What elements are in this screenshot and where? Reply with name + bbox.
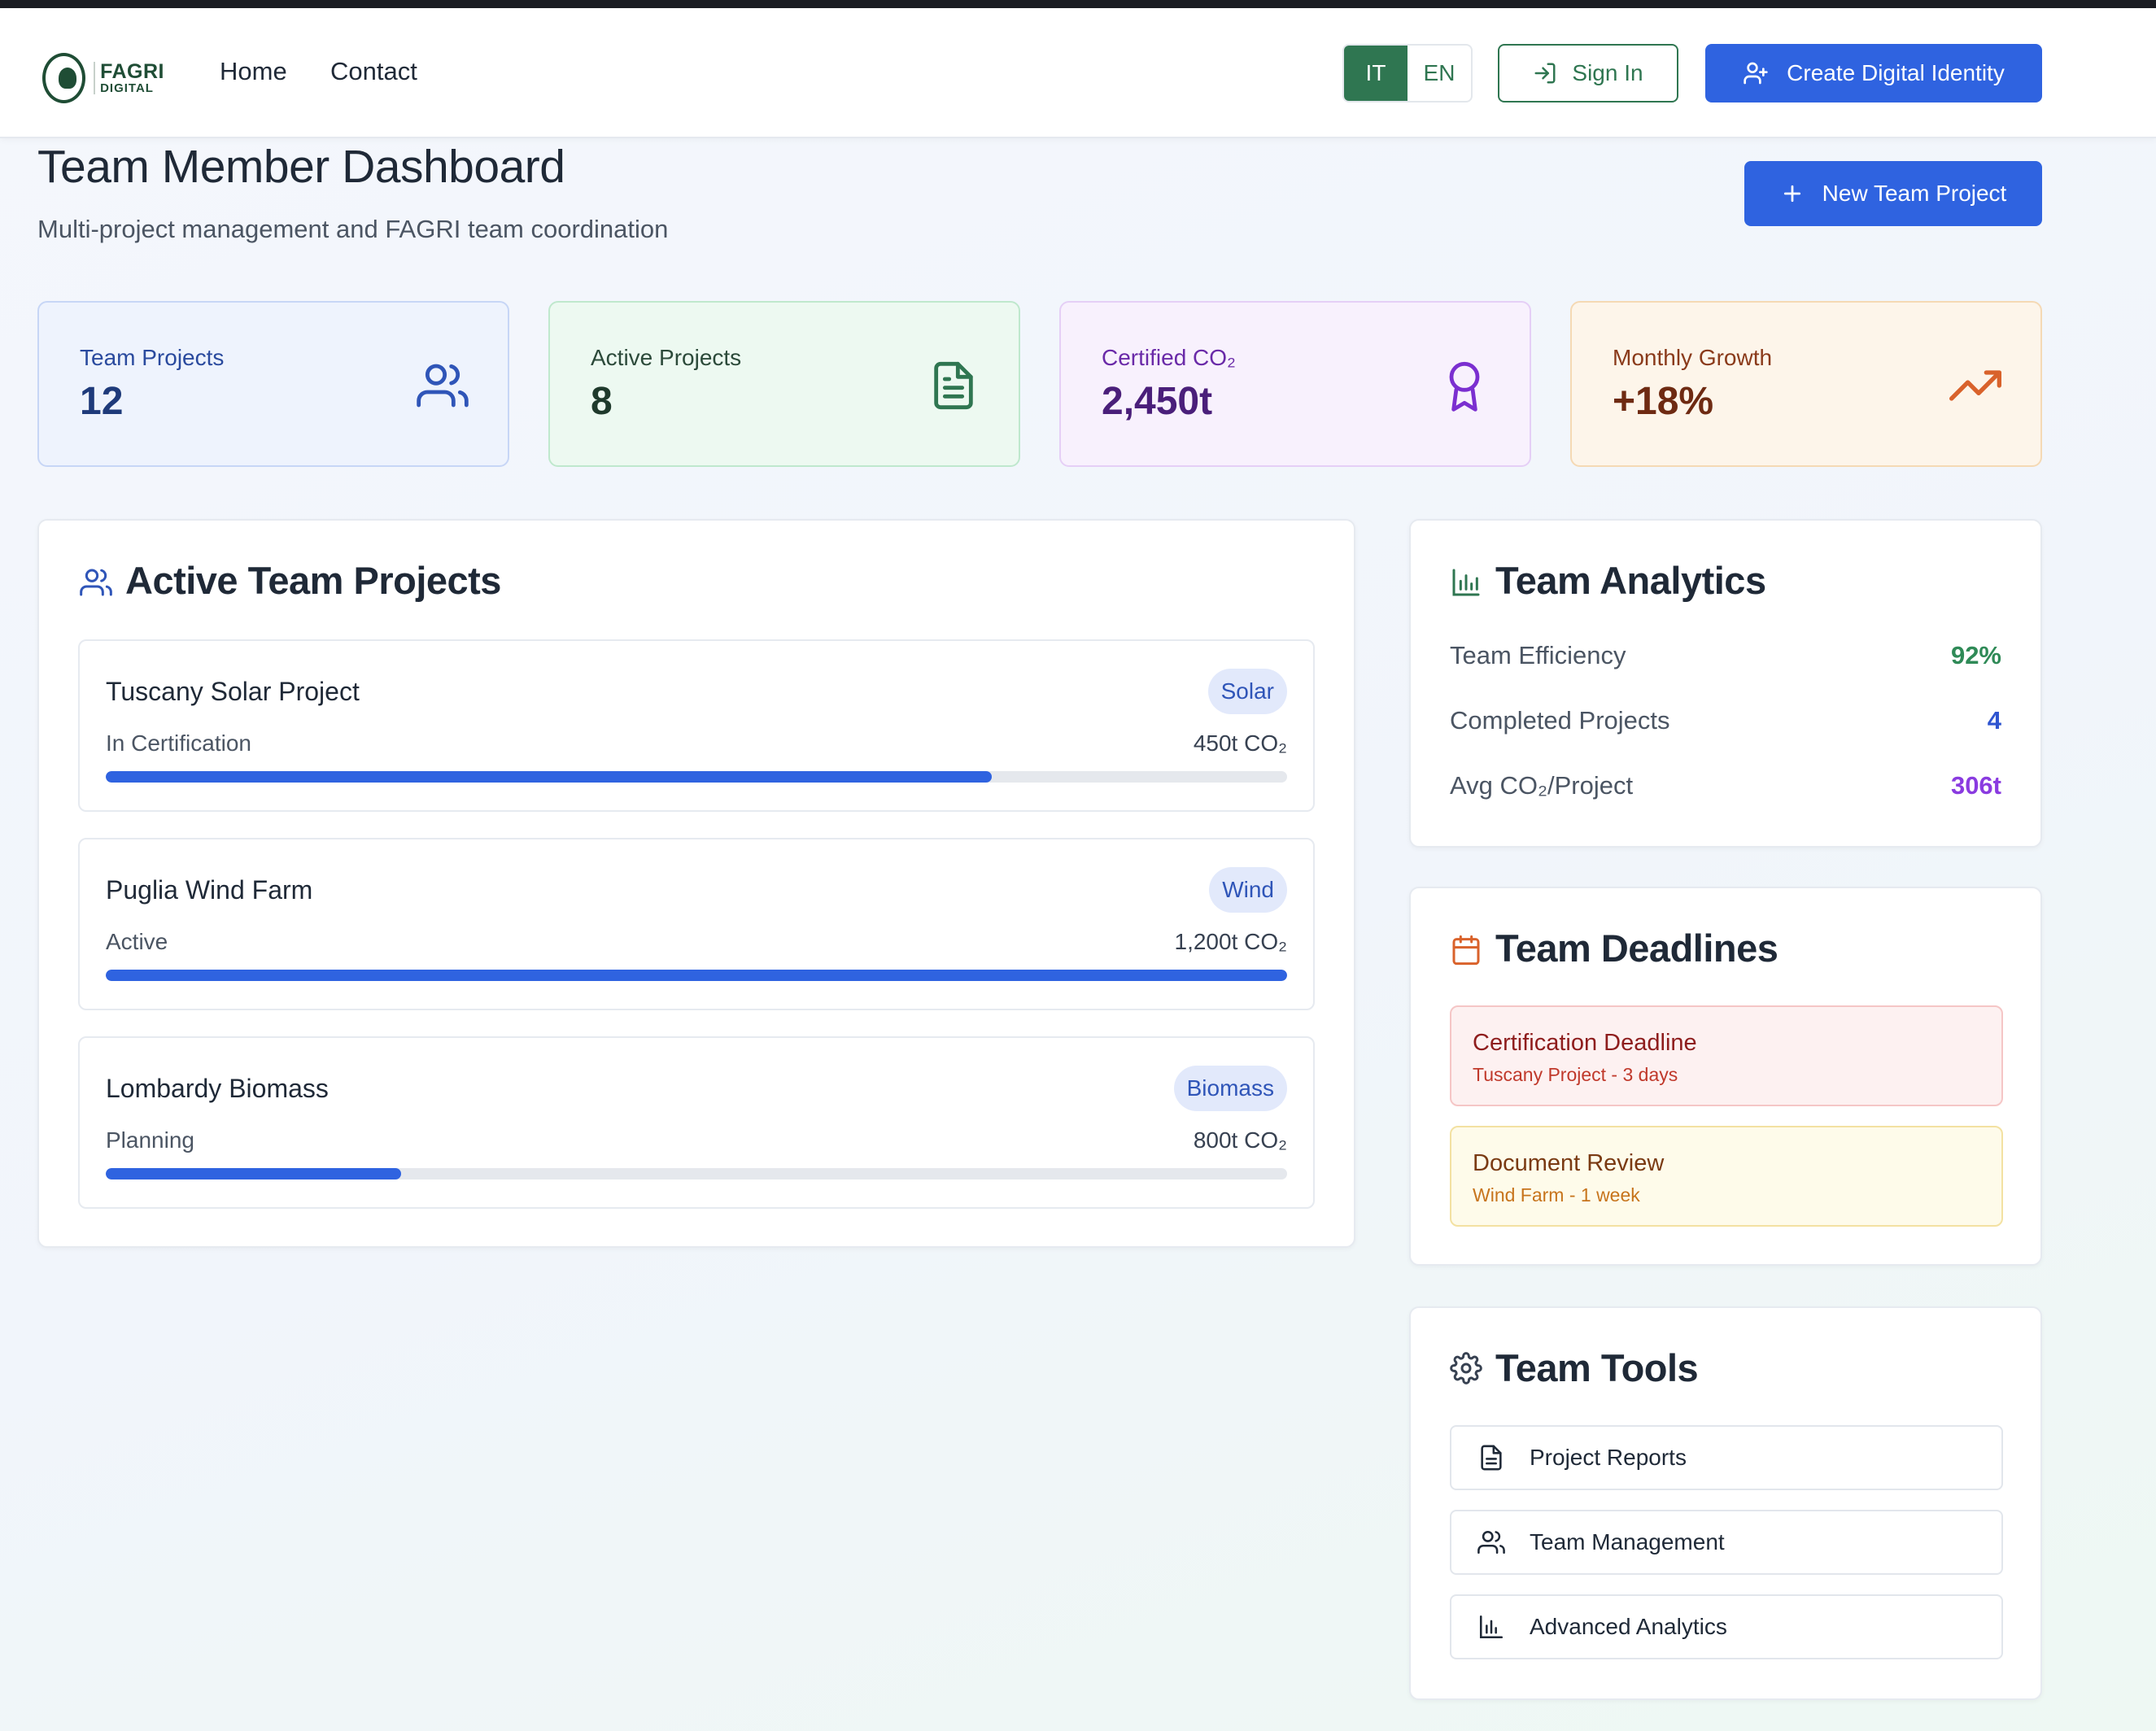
project-status: In Certification xyxy=(106,730,251,756)
project-progress-bar xyxy=(106,1168,1287,1179)
tool-project-reports-button[interactable]: Project Reports xyxy=(1450,1425,2003,1490)
tool-label: Project Reports xyxy=(1530,1445,1687,1470)
analytics-label: Team Efficiency xyxy=(1450,641,1626,669)
team-tools-title: Team Tools xyxy=(1495,1346,1699,1389)
stat-label: Certified CO₂ xyxy=(1102,345,1236,370)
tool-team-management-button[interactable]: Team Management xyxy=(1450,1510,2003,1575)
browser-top-strip xyxy=(0,0,2156,8)
nav-contact-link[interactable]: Contact xyxy=(330,57,417,86)
project-co2: 450t CO₂ xyxy=(1193,730,1287,756)
project-name: Tuscany Solar Project xyxy=(106,677,360,706)
site-header: FAGRI DIGITAL Home Contact IT EN Sign In… xyxy=(0,8,2156,138)
deadline-subtitle: Wind Farm - 1 week xyxy=(1473,1184,1640,1206)
project-status: Active xyxy=(106,929,168,954)
gear-icon xyxy=(1450,1352,1482,1384)
deadline-title: Certification Deadline xyxy=(1473,1030,1697,1056)
analytics-value: 306t xyxy=(1950,771,2001,800)
tool-advanced-analytics-button[interactable]: Advanced Analytics xyxy=(1450,1594,2003,1659)
stat-label: Team Projects xyxy=(80,345,225,370)
deadline-subtitle: Tuscany Project - 3 days xyxy=(1473,1064,1678,1085)
tool-label: Team Management xyxy=(1530,1529,1725,1554)
fagri-logo[interactable]: FAGRI DIGITAL xyxy=(42,47,164,109)
stat-label: Monthly Growth xyxy=(1613,345,1773,370)
team-deadlines-card: Team Deadlines Certification Deadline Tu… xyxy=(1409,887,2042,1266)
team-tools-card: Team Tools Project Reports Team Manageme… xyxy=(1409,1306,2042,1700)
project-progress-bar xyxy=(106,970,1287,981)
project-type-badge: Wind xyxy=(1209,867,1287,913)
nav-home-link[interactable]: Home xyxy=(220,57,287,86)
deadline-title: Document Review xyxy=(1473,1150,1665,1176)
project-type-badge: Biomass xyxy=(1173,1066,1287,1111)
plus-icon xyxy=(1783,185,1800,203)
new-team-project-label: New Team Project xyxy=(1822,181,2007,206)
project-name: Lombardy Biomass xyxy=(106,1074,329,1103)
bar-chart-icon xyxy=(1452,569,1480,596)
analytics-row-efficiency: Team Efficiency 92% xyxy=(1450,641,2001,670)
logo-line1: FAGRI xyxy=(100,60,164,83)
project-item[interactable]: Puglia Wind Farm Wind Active 1,200t CO₂ xyxy=(78,838,1315,1010)
stat-card-monthly-growth: Monthly Growth +18% xyxy=(1570,301,2042,467)
lang-it-button[interactable]: IT xyxy=(1344,46,1408,101)
stat-label: Active Projects xyxy=(591,345,742,370)
users-icon xyxy=(80,569,112,596)
create-digital-identity-label: Create Digital Identity xyxy=(1787,60,2005,85)
project-co2: 1,200t CO₂ xyxy=(1174,929,1288,954)
analytics-value: 92% xyxy=(1950,641,2001,669)
users-icon xyxy=(1477,1530,1505,1554)
deadline-item-certification[interactable]: Certification Deadline Tuscany Project -… xyxy=(1450,1005,2003,1106)
deadline-item-document-review[interactable]: Document Review Wind Farm - 1 week xyxy=(1450,1126,2003,1227)
active-projects-card: Active Team Projects Tuscany Solar Proje… xyxy=(37,519,1355,1248)
stat-card-team-projects: Team Projects 12 xyxy=(37,301,509,467)
analytics-value: 4 xyxy=(1987,706,2001,735)
logo-seal-icon xyxy=(42,53,86,103)
project-type-badge: Solar xyxy=(1207,669,1287,714)
project-co2: 800t CO₂ xyxy=(1193,1127,1287,1153)
analytics-label: Avg CO₂/Project xyxy=(1450,771,1634,800)
sign-in-label: Sign In xyxy=(1572,60,1643,85)
sign-in-button[interactable]: Sign In xyxy=(1498,44,1678,102)
award-icon xyxy=(1449,361,1480,412)
active-projects-title: Active Team Projects xyxy=(125,559,501,602)
user-plus-icon xyxy=(1744,62,1768,85)
project-progress-fill xyxy=(106,771,992,783)
calendar-icon xyxy=(1452,935,1480,966)
stat-value: +18% xyxy=(1613,380,1714,423)
team-analytics-card: Team Analytics Team Efficiency 92% Compl… xyxy=(1409,519,2042,848)
analytics-row-avg-co2: Avg CO₂/Project 306t xyxy=(1450,771,2001,800)
bar-chart-icon xyxy=(1479,1615,1504,1639)
document-icon xyxy=(1481,1445,1502,1471)
project-item[interactable]: Lombardy Biomass Biomass Planning 800t C… xyxy=(78,1036,1315,1209)
page-subtitle: Multi-project management and FAGRI team … xyxy=(37,215,669,243)
lang-en-button[interactable]: EN xyxy=(1408,46,1471,101)
team-deadlines-title: Team Deadlines xyxy=(1495,927,1778,970)
language-switcher: IT EN xyxy=(1342,44,1473,102)
project-item[interactable]: Tuscany Solar Project Solar In Certifica… xyxy=(78,639,1315,812)
page-title: Team Member Dashboard xyxy=(37,141,565,193)
project-name: Puglia Wind Farm xyxy=(106,875,313,905)
stat-value: 2,450t xyxy=(1102,380,1213,423)
analytics-row-completed: Completed Projects 4 xyxy=(1450,706,2001,735)
analytics-label: Completed Projects xyxy=(1450,706,1670,735)
stat-value: 8 xyxy=(591,380,613,423)
project-progress-fill xyxy=(106,970,1287,981)
trending-up-icon xyxy=(1949,370,2001,401)
project-progress-fill xyxy=(106,1168,401,1179)
stat-card-certified-co2: Certified CO₂ 2,450t xyxy=(1059,301,1531,467)
logo-line2: DIGITAL xyxy=(100,81,154,95)
project-progress-bar xyxy=(106,771,1287,783)
create-digital-identity-button[interactable]: Create Digital Identity xyxy=(1705,44,2042,102)
tool-label: Advanced Analytics xyxy=(1530,1614,1727,1639)
sign-in-icon xyxy=(1534,63,1556,84)
new-team-project-button[interactable]: New Team Project xyxy=(1744,161,2042,226)
stat-card-active-projects: Active Projects 8 xyxy=(548,301,1020,467)
document-icon xyxy=(934,361,973,410)
stat-value: 12 xyxy=(80,380,124,423)
project-status: Planning xyxy=(106,1127,194,1153)
team-analytics-title: Team Analytics xyxy=(1495,559,1766,602)
users-icon xyxy=(417,364,469,408)
